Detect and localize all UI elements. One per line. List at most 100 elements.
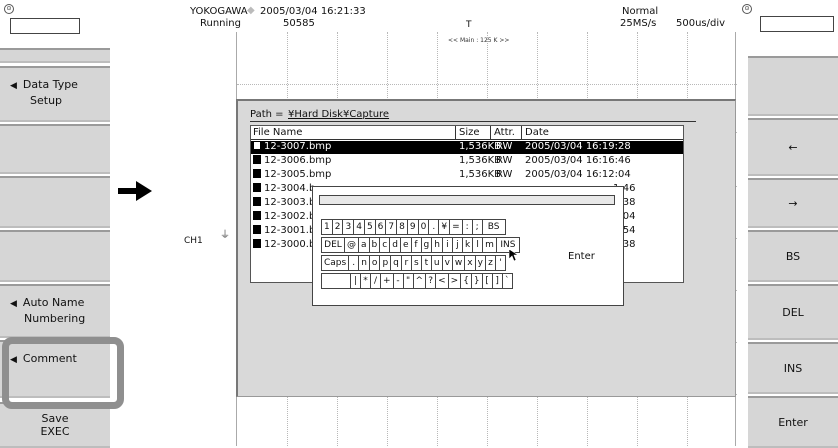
timebase-label: 500us/div <box>676 18 726 29</box>
file-date: 2005/03/04 16:12:04 <box>525 169 631 180</box>
keyboard-row-3: Caps . n o p q r s t u v w x y z ' <box>321 255 506 271</box>
softkey-blank-2[interactable] <box>0 124 110 174</box>
auto-name-label-row: ◀ Auto Name <box>10 296 84 309</box>
save-exec-line2: EXEC <box>40 425 70 438</box>
file-icon <box>253 141 261 150</box>
file-size: 1,536KB <box>459 155 502 166</box>
cursor-right-button[interactable]: → <box>748 178 838 228</box>
delete-button[interactable]: DEL <box>748 284 838 340</box>
comment-highlight-frame <box>2 337 124 409</box>
file-name: 12-3007.bmp <box>264 141 332 152</box>
file-icon <box>253 197 261 206</box>
file-name: 12-3000.b <box>264 239 316 250</box>
jog-knob-indicator: ⊙ <box>4 4 104 34</box>
softkey-blank-4[interactable] <box>0 230 110 282</box>
channel-label: CH1 <box>184 236 203 246</box>
file-attr: RW <box>496 141 513 152</box>
col-date: Date <box>525 127 549 138</box>
auto-name-softkey[interactable]: ◀ Auto Name Numbering <box>0 284 110 338</box>
file-row[interactable]: 12-3005.bmp 1,536KB RW 2005/03/04 16:12:… <box>251 169 683 182</box>
file-save-dialog: Path = ¥Hard Disk¥Capture File Name Size… <box>236 99 736 397</box>
keyboard-row-4: | * / + - " ^ ? < > { } [ ] ` <box>321 273 513 289</box>
column-divider <box>455 126 456 140</box>
enter-key[interactable]: Enter <box>568 251 595 262</box>
key[interactable]: + <box>380 273 394 289</box>
column-divider <box>521 126 522 140</box>
path-row: Path = ¥Hard Disk¥Capture <box>250 109 698 123</box>
file-attr: RW <box>496 155 513 166</box>
insert-button[interactable]: INS <box>748 342 838 394</box>
delete-key[interactable]: DEL <box>321 237 345 253</box>
main-zoom-label: << Main : 125 K >> <box>448 37 510 44</box>
on-screen-keyboard: 1 2 3 4 5 6 7 8 9 0 . ¥ = : ; BS DEL @ a <box>312 186 624 306</box>
grid-line <box>237 84 737 85</box>
file-name: 12-3006.bmp <box>264 155 332 166</box>
enter-button[interactable]: Enter <box>748 396 838 448</box>
col-attr: Attr. <box>494 127 515 138</box>
file-icon <box>253 169 261 178</box>
data-type-softkey[interactable]: ◀ Data Type Setup <box>0 66 110 122</box>
file-row[interactable]: 12-3006.bmp 1,536KB RW 2005/03/04 16:16:… <box>251 155 683 168</box>
key[interactable]: > <box>447 273 462 289</box>
cursor-left-button[interactable]: ← <box>748 118 838 176</box>
status-bar: YOKOGAWA ◆ 2005/03/04 16:21:33 Running 5… <box>184 0 738 30</box>
auto-name-value: Numbering <box>24 312 86 325</box>
knob-value-field <box>10 18 80 34</box>
space-key[interactable] <box>321 273 351 289</box>
brand-label: YOKOGAWA <box>190 6 248 17</box>
file-size: 1,536KB <box>459 169 502 180</box>
key[interactable]: ' <box>494 255 506 271</box>
backspace-button[interactable]: BS <box>748 230 838 282</box>
comment-input[interactable] <box>319 195 615 205</box>
file-size: 1,536KB <box>459 141 502 152</box>
path-underline <box>250 121 696 122</box>
right-softkey-panel: ⊙ ← → BS DEL INS Enter <box>738 0 838 448</box>
keyboard-row-1: 1 2 3 4 5 6 7 8 9 0 . ¥ = : ; BS <box>321 219 506 235</box>
file-date: 2005/03/04 16:19:28 <box>525 141 631 152</box>
file-row-selected[interactable]: 12-3007.bmp 1,536KB RW 2005/03/04 16:19:… <box>251 141 683 154</box>
softkey-blank-3[interactable] <box>0 176 110 228</box>
right-arrow-icon <box>118 181 152 201</box>
key[interactable]: ` <box>501 273 513 289</box>
file-list-header: File Name Size Attr. Date <box>251 126 683 140</box>
key[interactable]: ^ <box>412 273 427 289</box>
key[interactable]: m <box>482 237 497 253</box>
diamond-icon: ◆ <box>247 5 255 16</box>
path-value: ¥Hard Disk¥Capture <box>288 109 390 120</box>
caps-key[interactable]: Caps <box>321 255 350 271</box>
file-name: 12-3001.b <box>264 225 316 236</box>
data-type-label: Data Type <box>22 78 78 91</box>
datetime-label: 2005/03/04 16:21:33 <box>260 6 366 17</box>
column-divider <box>490 126 491 140</box>
file-name: 12-3004.b <box>264 183 316 194</box>
data-type-value: Setup <box>30 94 63 107</box>
trigger-marker-icon: T <box>466 20 472 30</box>
softkey-blank[interactable] <box>748 56 838 116</box>
softkey-blank-top <box>0 48 110 63</box>
path-label: Path = <box>250 109 284 120</box>
file-attr: RW <box>496 169 513 180</box>
key[interactable]: = <box>449 219 463 235</box>
auto-name-label: Auto Name <box>22 296 85 309</box>
oscilloscope-screen: YOKOGAWA ◆ 2005/03/04 16:21:33 Running 5… <box>184 0 738 448</box>
file-icon <box>253 211 261 220</box>
file-icon <box>253 225 261 234</box>
menu-triangle-icon: ◀ <box>10 299 17 309</box>
file-icon <box>253 239 261 248</box>
col-file-name: File Name <box>253 127 303 138</box>
knob-icon: ⊙ <box>742 4 752 14</box>
mouse-pointer-icon <box>509 249 519 261</box>
file-name: 12-3005.bmp <box>264 169 332 180</box>
sample-rate-label: 25MS/s <box>620 18 657 29</box>
key[interactable]: @ <box>344 237 359 253</box>
knob-value-field <box>760 16 834 32</box>
file-date: 2005/03/04 16:16:46 <box>525 155 631 166</box>
file-name: 12-3002.b <box>264 211 316 222</box>
backspace-key[interactable]: BS <box>481 219 506 235</box>
file-icon <box>253 155 261 164</box>
key[interactable]: w <box>451 255 466 271</box>
key[interactable]: < <box>435 273 449 289</box>
knob-icon: ⊙ <box>4 4 14 14</box>
save-exec-line1: Save <box>41 412 69 425</box>
ground-marker-icon: ⏚ <box>220 230 230 241</box>
